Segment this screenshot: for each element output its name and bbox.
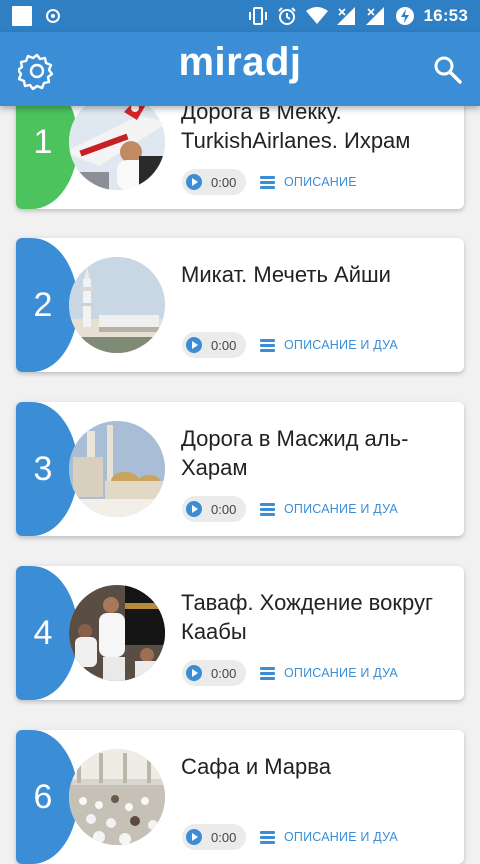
audio-time: 0:00: [211, 174, 237, 190]
vibrate-icon: [248, 6, 268, 26]
item-thumbnail: [69, 749, 165, 845]
description-link[interactable]: ОПИСАНИЕ И ДУА: [260, 338, 398, 352]
play-button[interactable]: 0:00: [182, 824, 246, 850]
record-icon: [46, 9, 60, 23]
list-item[interactable]: 6 Сафа и Марва 0:00 ОПИСАНИЕ И ДУА: [16, 730, 464, 864]
list-item[interactable]: 3 Дорога в Масжид аль-Харам 0:00 ОПИСАНИ: [16, 402, 464, 536]
search-icon[interactable]: [432, 54, 464, 86]
item-title[interactable]: Сафа и Марва: [181, 752, 451, 781]
wifi-icon: [305, 7, 328, 25]
item-controls: 0:00 ОПИСАНИЕ И ДУА: [182, 823, 398, 851]
item-number: 2: [33, 285, 53, 324]
play-icon: [186, 337, 202, 353]
item-thumbnail: [69, 257, 165, 353]
play-icon: [186, 174, 202, 190]
description-link[interactable]: ОПИСАНИЕ И ДУА: [260, 502, 398, 516]
signal-icon: [365, 7, 386, 25]
track-list[interactable]: 1 Дорога в Мекку. TurkishAirlanes. Ихрам…: [0, 0, 480, 864]
item-controls: 0:00 ОПИСАНИЕ И ДУА: [182, 659, 398, 687]
item-title[interactable]: Таваф. Хождение вокруг Каабы: [181, 588, 451, 646]
item-thumbnail: [69, 94, 165, 190]
item-controls: 0:00 ОПИСАНИЕ И ДУА: [182, 495, 398, 523]
description-label: ОПИСАНИЕ И ДУА: [284, 830, 398, 844]
list-item[interactable]: 2 Микат. Мечеть Айши 0:00 ОПИСАНИЕ И ДУА: [16, 238, 464, 372]
status-bar: 16:53: [0, 0, 480, 32]
description-label: ОПИСАНИЕ И ДУА: [284, 502, 398, 516]
notification-square-icon: [12, 6, 32, 26]
item-number: 3: [33, 449, 53, 488]
audio-time: 0:00: [211, 501, 237, 517]
item-title[interactable]: Дорога в Масжид аль-Харам: [181, 424, 451, 482]
audio-time: 0:00: [211, 829, 237, 845]
description-label: ОПИСАНИЕ И ДУА: [284, 338, 398, 352]
menu-lines-icon: [260, 502, 275, 516]
play-button[interactable]: 0:00: [182, 169, 246, 195]
item-thumbnail: [69, 421, 165, 517]
item-number: 6: [33, 777, 53, 816]
menu-lines-icon: [260, 338, 275, 352]
item-controls: 0:00 ОПИСАНИЕ: [182, 168, 357, 196]
play-button[interactable]: 0:00: [182, 660, 246, 686]
item-thumbnail: [69, 585, 165, 681]
description-label: ОПИСАНИЕ: [284, 175, 357, 189]
audio-time: 0:00: [211, 665, 237, 681]
app-bar: miradj: [0, 32, 480, 106]
menu-lines-icon: [260, 666, 275, 680]
list-item[interactable]: 4 Таваф. Хождение вокруг Каабы 0:00 ОПИС…: [16, 566, 464, 700]
menu-lines-icon: [260, 175, 275, 189]
menu-lines-icon: [260, 830, 275, 844]
alarm-icon: [277, 6, 297, 26]
description-link[interactable]: ОПИСАНИЕ И ДУА: [260, 666, 398, 680]
item-controls: 0:00 ОПИСАНИЕ И ДУА: [182, 331, 398, 359]
status-time: 16:53: [423, 6, 468, 25]
app-title: miradj: [178, 40, 302, 84]
play-icon: [186, 665, 202, 681]
signal-icon: [336, 7, 357, 25]
play-icon: [186, 501, 202, 517]
audio-time: 0:00: [211, 337, 237, 353]
play-icon: [186, 829, 202, 845]
description-label: ОПИСАНИЕ И ДУА: [284, 666, 398, 680]
battery-charging-icon: [395, 6, 415, 26]
play-button[interactable]: 0:00: [182, 332, 246, 358]
item-number: 4: [33, 613, 53, 652]
play-button[interactable]: 0:00: [182, 496, 246, 522]
description-link[interactable]: ОПИСАНИЕ: [260, 175, 357, 189]
description-link[interactable]: ОПИСАНИЕ И ДУА: [260, 830, 398, 844]
item-title[interactable]: Микат. Мечеть Айши: [181, 260, 451, 289]
